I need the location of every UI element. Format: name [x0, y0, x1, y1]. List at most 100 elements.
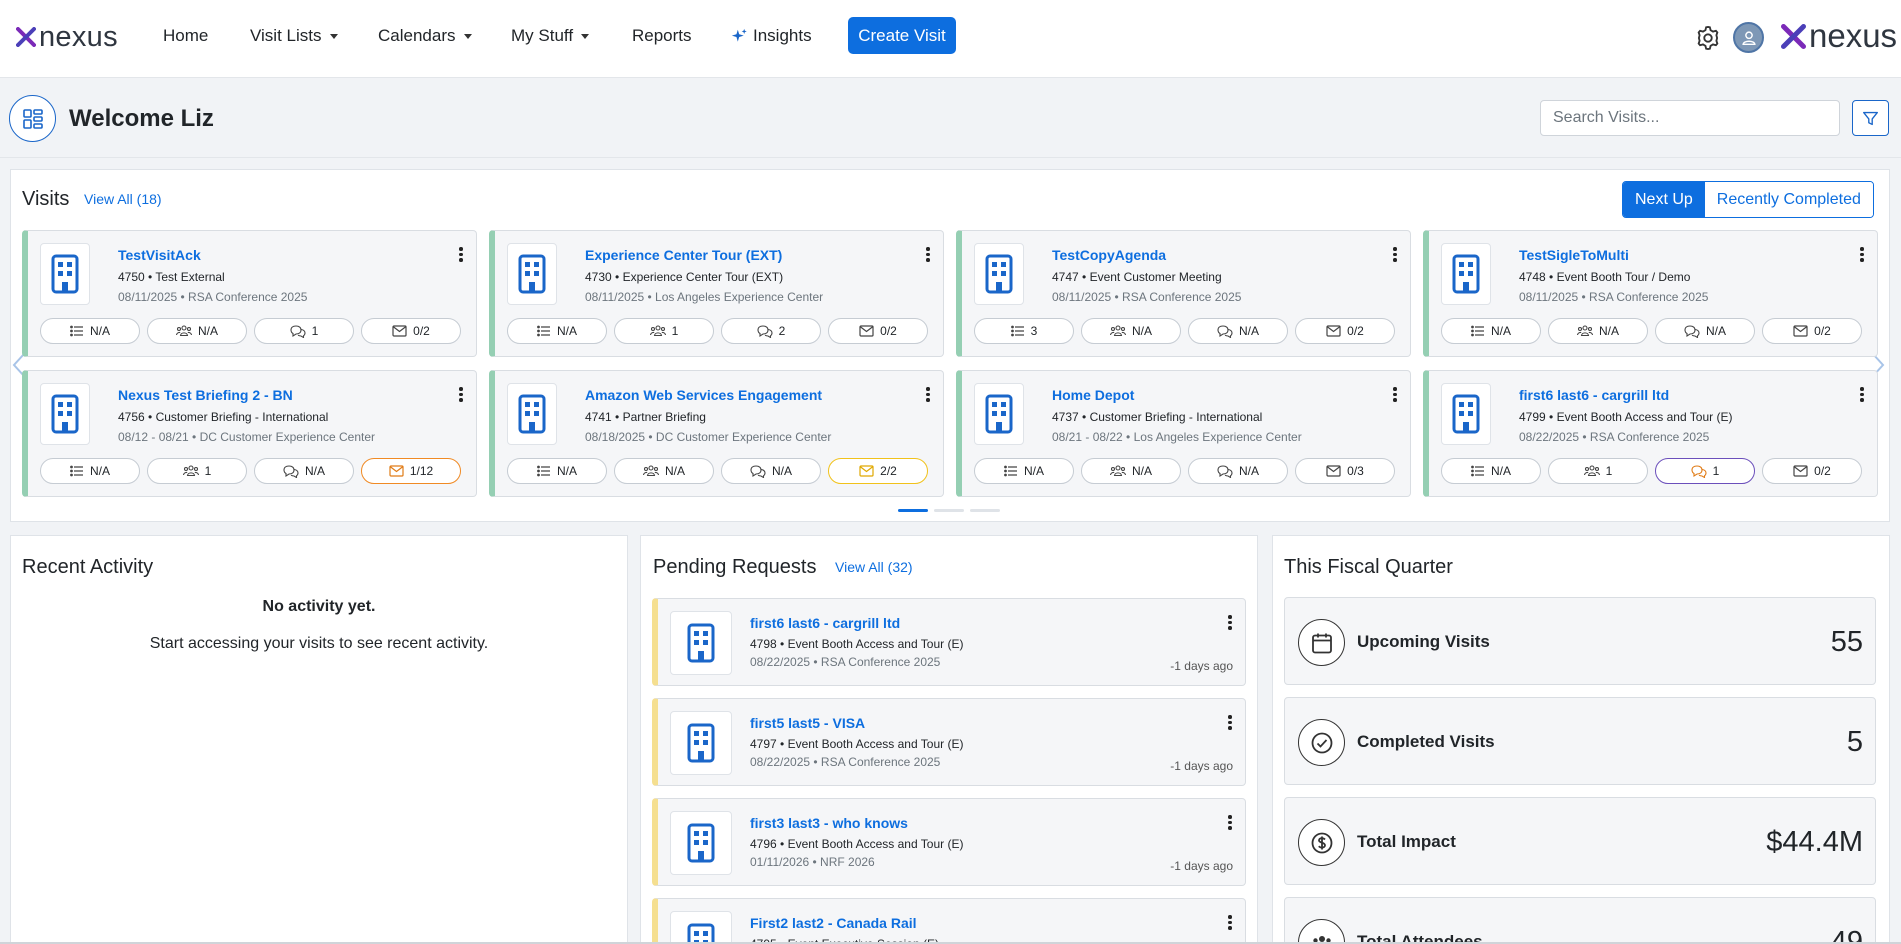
more-options-icon[interactable] [923, 387, 933, 402]
visit-name-link[interactable]: Nexus Test Briefing 2 - BN [118, 387, 293, 403]
comments-chip[interactable]: N/A [254, 458, 354, 484]
create-visit-button[interactable]: Create Visit [848, 17, 956, 54]
visit-card[interactable]: Amazon Web Services Engagement 4741 • Pa… [489, 370, 944, 497]
carousel-dot[interactable] [898, 509, 928, 512]
attendees-chip[interactable]: N/A [1081, 458, 1181, 484]
recently-completed-tab[interactable]: Recently Completed [1704, 182, 1873, 217]
visits-view-all-link[interactable]: View All (18) [84, 191, 162, 207]
more-options-icon[interactable] [456, 387, 466, 402]
carousel-dot[interactable] [970, 509, 1000, 512]
visit-card[interactable]: Experience Center Tour (EXT) 4730 • Expe… [489, 230, 944, 357]
agenda-chip[interactable]: N/A [507, 318, 607, 344]
agenda-chip[interactable]: 3 [974, 318, 1074, 344]
invites-chip[interactable]: 0/2 [1762, 458, 1862, 484]
comments-count: 1 [1712, 464, 1720, 478]
next-up-tab[interactable]: Next Up [1623, 182, 1705, 217]
visit-card[interactable]: TestVisitAck 4750 • Test External 08/11/… [22, 230, 477, 357]
agenda-chip[interactable]: N/A [40, 458, 140, 484]
comments-count: N/A [1238, 464, 1259, 478]
attendees-chip[interactable]: N/A [1548, 318, 1648, 344]
nexus-x-icon [1781, 23, 1806, 49]
more-options-icon[interactable] [1225, 715, 1235, 730]
visit-name-link[interactable]: first6 last6 - cargrill ltd [1519, 387, 1669, 403]
attendees-chip[interactable]: N/A [614, 458, 714, 484]
more-options-icon[interactable] [1857, 247, 1867, 262]
attendees-chip[interactable]: 1 [1548, 458, 1648, 484]
nav-reports[interactable]: Reports [632, 26, 692, 46]
user-avatar[interactable] [1733, 22, 1764, 53]
request-id-type: 4798 • Event Booth Access and Tour (E) [750, 637, 964, 651]
pending-request-card[interactable]: first3 last3 - who knows 4796 • Event Bo… [652, 798, 1246, 886]
pending-request-card[interactable]: first6 last6 - cargrill ltd 4798 • Event… [652, 598, 1246, 686]
request-name-link[interactable]: first5 last5 - VISA [750, 715, 865, 731]
more-options-icon[interactable] [456, 247, 466, 262]
visit-name-link[interactable]: Amazon Web Services Engagement [585, 387, 822, 403]
invites-chip[interactable]: 0/2 [1762, 318, 1862, 344]
people-icon [175, 325, 192, 337]
attendees-chip[interactable]: N/A [1081, 318, 1181, 344]
visit-name-link[interactable]: Experience Center Tour (EXT) [585, 247, 782, 263]
pending-request-card[interactable]: First2 last2 - Canada Rail 4795 • Event … [652, 898, 1246, 944]
more-options-icon[interactable] [1857, 387, 1867, 402]
agenda-chip[interactable]: N/A [40, 318, 140, 344]
comments-chip[interactable]: 2 [721, 318, 821, 344]
agenda-chip[interactable]: N/A [974, 458, 1074, 484]
filter-button[interactable] [1852, 100, 1889, 136]
comments-chip[interactable]: 1 [1655, 458, 1755, 484]
invites-chip[interactable]: 2/2 [828, 458, 928, 484]
caret-down-icon [329, 33, 338, 39]
visit-card[interactable]: Nexus Test Briefing 2 - BN 4756 • Custom… [22, 370, 477, 497]
request-name-link[interactable]: first3 last3 - who knows [750, 815, 908, 831]
attendees-count: 1 [671, 324, 679, 338]
visit-card[interactable]: first6 last6 - cargrill ltd 4799 • Event… [1423, 370, 1878, 497]
more-options-icon[interactable] [923, 247, 933, 262]
visit-name-link[interactable]: TestSigleToMulti [1519, 247, 1629, 263]
pending-request-card[interactable]: first5 last5 - VISA 4797 • Event Booth A… [652, 698, 1246, 786]
nav-calendars[interactable]: Calendars [378, 26, 472, 46]
stat-card-impact[interactable]: Total Impact $44.4M [1284, 797, 1876, 885]
nav-home[interactable]: Home [163, 26, 208, 46]
carousel-dot[interactable] [934, 509, 964, 512]
visit-name-link[interactable]: TestVisitAck [118, 247, 201, 263]
more-options-icon[interactable] [1225, 615, 1235, 630]
more-options-icon[interactable] [1390, 247, 1400, 262]
visit-card[interactable]: TestCopyAgenda 4747 • Event Customer Mee… [956, 230, 1411, 357]
nav-my-stuff[interactable]: My Stuff [511, 26, 590, 46]
search-input[interactable] [1540, 100, 1840, 136]
more-options-icon[interactable] [1225, 915, 1235, 930]
stat-card-upcoming[interactable]: Upcoming Visits 55 [1284, 597, 1876, 685]
request-name-link[interactable]: first6 last6 - cargrill ltd [750, 615, 900, 631]
dashboard-menu-button[interactable] [9, 95, 56, 142]
invites-chip[interactable]: 0/2 [828, 318, 928, 344]
stat-card-completed[interactable]: Completed Visits 5 [1284, 697, 1876, 785]
comments-chip[interactable]: N/A [1188, 458, 1288, 484]
more-options-icon[interactable] [1390, 387, 1400, 402]
attendees-chip[interactable]: N/A [147, 318, 247, 344]
more-options-icon[interactable] [1225, 815, 1235, 830]
gear-icon[interactable] [1694, 24, 1722, 52]
agenda-chip[interactable]: N/A [1441, 458, 1541, 484]
visit-name-link[interactable]: TestCopyAgenda [1052, 247, 1166, 263]
visit-card[interactable]: TestSigleToMulti 4748 • Event Booth Tour… [1423, 230, 1878, 357]
visit-card[interactable]: Home Depot 4737 • Customer Briefing - In… [956, 370, 1411, 497]
invites-chip[interactable]: 0/2 [1295, 318, 1395, 344]
comments-chip[interactable]: N/A [1188, 318, 1288, 344]
request-name-link[interactable]: First2 last2 - Canada Rail [750, 915, 917, 931]
agenda-chip[interactable]: N/A [507, 458, 607, 484]
attendees-chip[interactable]: 1 [147, 458, 247, 484]
invites-chip[interactable]: 0/2 [361, 318, 461, 344]
agenda-count: N/A [89, 464, 110, 478]
invites-chip[interactable]: 1/12 [361, 458, 461, 484]
stat-card-attendees[interactable]: Total Attendees 49 [1284, 897, 1876, 944]
pending-view-all-link[interactable]: View All (32) [835, 559, 913, 575]
nav-insights[interactable]: Insights [731, 26, 812, 46]
attendees-chip[interactable]: 1 [614, 318, 714, 344]
comments-chip[interactable]: N/A [721, 458, 821, 484]
agenda-chip[interactable]: N/A [1441, 318, 1541, 344]
visit-name-link[interactable]: Home Depot [1052, 387, 1134, 403]
comments-chip[interactable]: N/A [1655, 318, 1755, 344]
nav-visit-lists[interactable]: Visit Lists [250, 26, 338, 46]
nexus-logo[interactable]: nexus [16, 23, 118, 52]
comments-chip[interactable]: 1 [254, 318, 354, 344]
invites-chip[interactable]: 0/3 [1295, 458, 1395, 484]
